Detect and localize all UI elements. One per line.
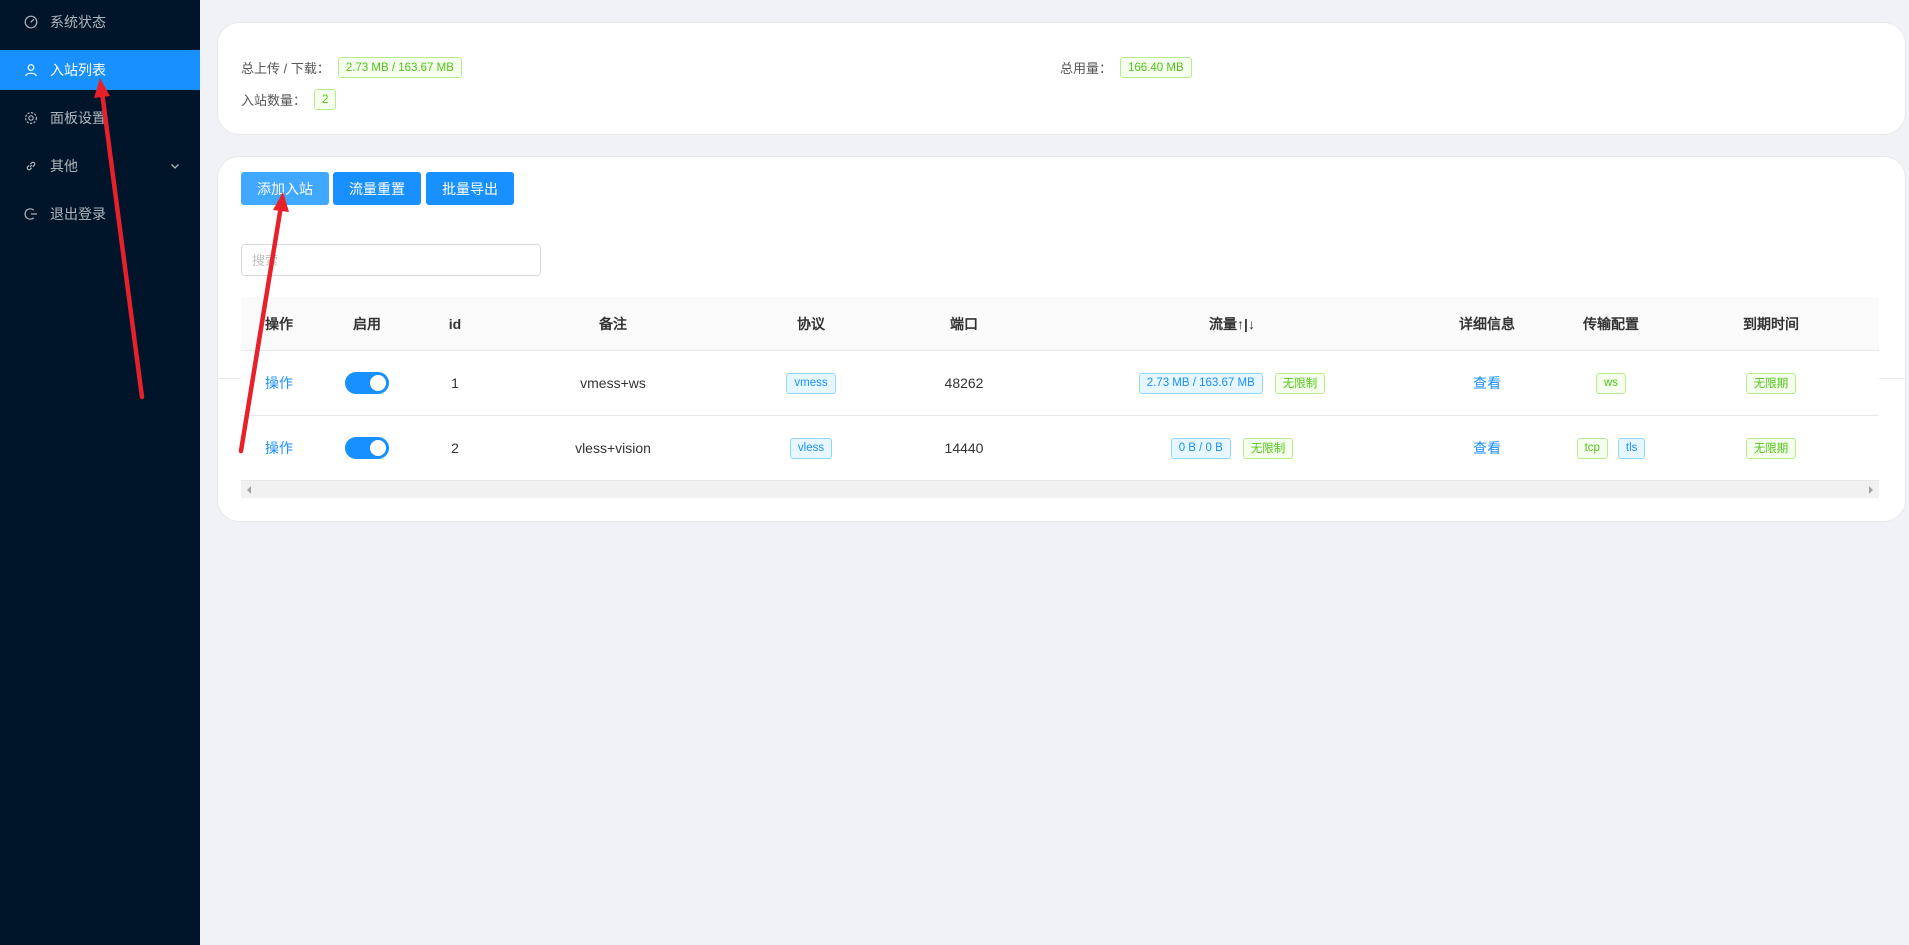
column-header-id: id — [448, 315, 462, 332]
sidebar-item-label: 其他 — [50, 158, 78, 174]
total-traffic-label: 总上传 / 下载： — [241, 61, 330, 76]
row-id: 2 — [451, 440, 459, 456]
row-action-link[interactable]: 操作 — [265, 373, 293, 393]
total-usage-label: 总用量： — [1060, 61, 1113, 76]
transport-tag: ws — [1595, 372, 1627, 394]
column-header-remark: 备注 — [599, 315, 627, 332]
sidebar-item-label: 面板设置 — [50, 110, 106, 126]
sidebar-item-inbound-list[interactable]: 入站列表 — [0, 50, 200, 90]
total-traffic-value: 2.73 MB / 163.67 MB — [337, 57, 462, 78]
security-tag: tls — [1617, 437, 1646, 459]
row-action-link[interactable]: 操作 — [265, 438, 293, 458]
expiry-tag: 无限期 — [1745, 372, 1797, 394]
sidebar-item-panel-settings[interactable]: 面板设置 — [0, 98, 200, 138]
traffic-limit-tag: 无限制 — [1242, 437, 1294, 459]
transport-tag: tcp — [1576, 437, 1608, 459]
gear-icon — [24, 111, 38, 125]
table-row: 操作 1 vmess+ws vmess 48262 2.73 MB / 163.… — [241, 351, 1879, 416]
table-header: 操作 启用 id 备注 协议 端口 流量↑|↓ 详细信息 传输配置 到期时间 — [241, 297, 1879, 351]
enable-toggle[interactable] — [345, 437, 389, 459]
view-detail-link[interactable]: 查看 — [1473, 438, 1501, 458]
sidebar-item-label: 系统状态 — [50, 14, 106, 30]
expiry-tag: 无限期 — [1745, 437, 1797, 459]
total-usage-value: 166.40 MB — [1120, 57, 1192, 78]
sidebar-item-label: 退出登录 — [50, 206, 106, 222]
sidebar-item-other[interactable]: 其他 — [0, 146, 200, 186]
column-header-transport: 传输配置 — [1583, 315, 1639, 332]
inbound-count-value: 2 — [314, 89, 337, 110]
reset-traffic-button[interactable]: 流量重置 — [333, 172, 421, 205]
table-horizontal-scrollbar[interactable] — [241, 481, 1879, 498]
column-header-detail: 详细信息 — [1459, 315, 1515, 332]
stats-card — [217, 22, 1906, 135]
column-header-protocol: 协议 — [797, 315, 825, 332]
traffic-tag: 2.73 MB / 163.67 MB — [1138, 372, 1263, 394]
column-header-action: 操作 — [265, 315, 293, 332]
scroll-left-icon[interactable] — [245, 485, 253, 494]
chevron-down-icon[interactable] — [168, 159, 182, 173]
batch-export-button[interactable]: 批量导出 — [426, 172, 514, 205]
enable-toggle[interactable] — [345, 372, 389, 394]
logout-icon — [24, 207, 38, 221]
column-header-enabled: 启用 — [353, 315, 381, 332]
add-inbound-button[interactable]: 添加入站 — [241, 172, 329, 205]
column-header-expiry: 到期时间 — [1743, 315, 1799, 332]
view-detail-link[interactable]: 查看 — [1473, 373, 1501, 393]
sidebar-item-label: 入站列表 — [50, 62, 106, 78]
traffic-tag: 0 B / 0 B — [1170, 437, 1231, 459]
table-row: 操作 2 vless+vision vless 14440 0 B / 0 B … — [241, 416, 1879, 481]
total-traffic-stat: 总上传 / 下载： 2.73 MB / 163.67 MB — [241, 57, 462, 78]
row-remark: vmess+ws — [580, 375, 646, 391]
sidebar-item-logout[interactable]: 退出登录 — [0, 194, 200, 234]
user-icon — [24, 63, 38, 77]
inbound-count-stat: 入站数量： 2 — [241, 89, 337, 110]
row-remark: vless+vision — [575, 440, 651, 456]
dashboard-icon — [24, 15, 38, 29]
traffic-limit-tag: 无限制 — [1274, 372, 1326, 394]
column-header-traffic[interactable]: 流量↑|↓ — [1039, 297, 1425, 350]
row-port: 48262 — [944, 375, 984, 391]
total-usage-stat: 总用量： 166.40 MB — [1060, 57, 1192, 78]
sidebar-item-system-status[interactable]: 系统状态 — [0, 2, 200, 42]
link-icon — [24, 159, 38, 173]
row-port: 14440 — [944, 440, 984, 456]
search-input[interactable] — [241, 244, 541, 276]
row-id: 1 — [451, 375, 459, 391]
protocol-tag: vless — [789, 437, 833, 459]
inbound-count-label: 入站数量： — [241, 93, 307, 108]
scroll-right-icon[interactable] — [1867, 485, 1875, 494]
sidebar: 系统状态 入站列表 面板设置 其他 退出登录 — [0, 0, 200, 945]
column-header-port: 端口 — [950, 315, 978, 332]
protocol-tag: vmess — [786, 372, 836, 394]
